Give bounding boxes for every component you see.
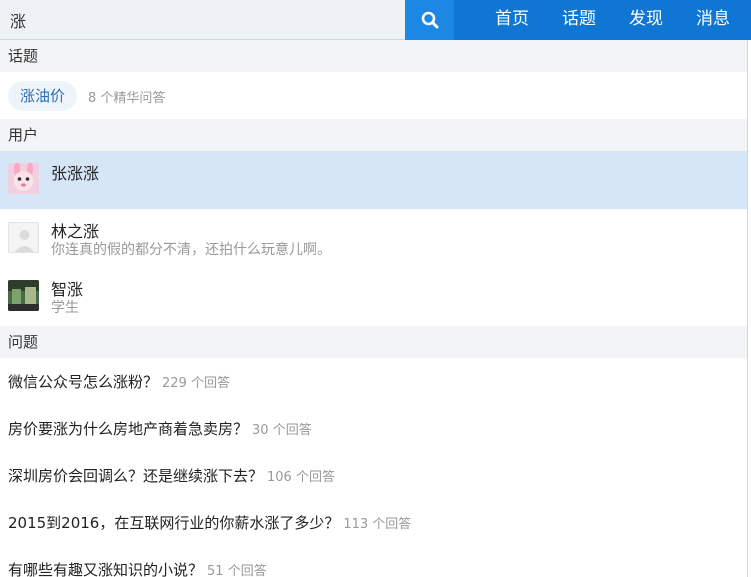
avatar <box>8 163 39 194</box>
nav-topics[interactable]: 话题 <box>562 0 596 40</box>
question-item[interactable]: 2015到2016，在互联网行业的你薪水涨了多少？ 113 个回答 <box>8 512 411 533</box>
question-item[interactable]: 房价要涨为什么房地产商着急卖房？ 30 个回答 <box>8 418 312 439</box>
section-header-questions: 问题 <box>0 326 747 358</box>
question-item[interactable]: 有哪些有趣又涨知识的小说？ 51 个回答 <box>8 559 267 577</box>
question-title: 微信公众号怎么涨粉？ <box>8 373 159 391</box>
answer-count: 229 个回答 <box>162 376 230 391</box>
search-icon <box>421 11 438 29</box>
search-suggestions: 话题 涨油价 8 个精华问答 用户 张涨涨 林之涨 你连真的假的都分不清，还拍什… <box>0 40 748 577</box>
question-title: 有哪些有趣又涨知识的小说？ <box>8 561 204 577</box>
question-item[interactable]: 深圳房价会回调么？还是继续涨下去？ 106 个回答 <box>8 465 335 486</box>
question-title: 房价要涨为什么房地产商着急卖房？ <box>8 420 249 438</box>
user-description: 你连真的假的都分不清，还拍什么玩意儿啊。 <box>51 242 331 258</box>
search-button[interactable] <box>405 0 454 40</box>
user-row[interactable]: 智涨 学生 <box>0 267 747 325</box>
question-title: 2015到2016，在互联网行业的你薪水涨了多少？ <box>8 514 340 532</box>
section-header-users: 用户 <box>0 119 747 151</box>
nav-discover[interactable]: 发现 <box>629 0 663 40</box>
user-name: 张涨涨 <box>51 164 100 183</box>
nav-home[interactable]: 首页 <box>495 0 529 40</box>
question-title: 深圳房价会回调么？还是继续涨下去？ <box>8 467 264 485</box>
search-box <box>0 0 405 40</box>
question-item[interactable]: 微信公众号怎么涨粉？ 229 个回答 <box>8 371 230 392</box>
user-row[interactable]: 林之涨 你连真的假的都分不清，还拍什么玩意儿啊。 <box>0 209 747 267</box>
avatar <box>8 280 39 311</box>
search-input[interactable] <box>10 0 400 39</box>
topic-meta: 8 个精华问答 <box>88 91 166 106</box>
section-header-topics: 话题 <box>0 40 747 72</box>
answer-count: 51 个回答 <box>207 564 267 577</box>
nav-messages[interactable]: 消息 <box>696 0 730 40</box>
answer-count: 113 个回答 <box>343 517 412 532</box>
avatar <box>8 222 39 253</box>
user-description: 学生 <box>51 300 79 316</box>
answer-count: 106 个回答 <box>267 470 335 485</box>
top-bar: 首页 话题 发现 消息 <box>0 0 751 40</box>
answer-count: 30 个回答 <box>252 423 312 438</box>
user-row[interactable]: 张涨涨 <box>0 151 747 209</box>
topic-chip[interactable]: 涨油价 <box>8 81 78 111</box>
